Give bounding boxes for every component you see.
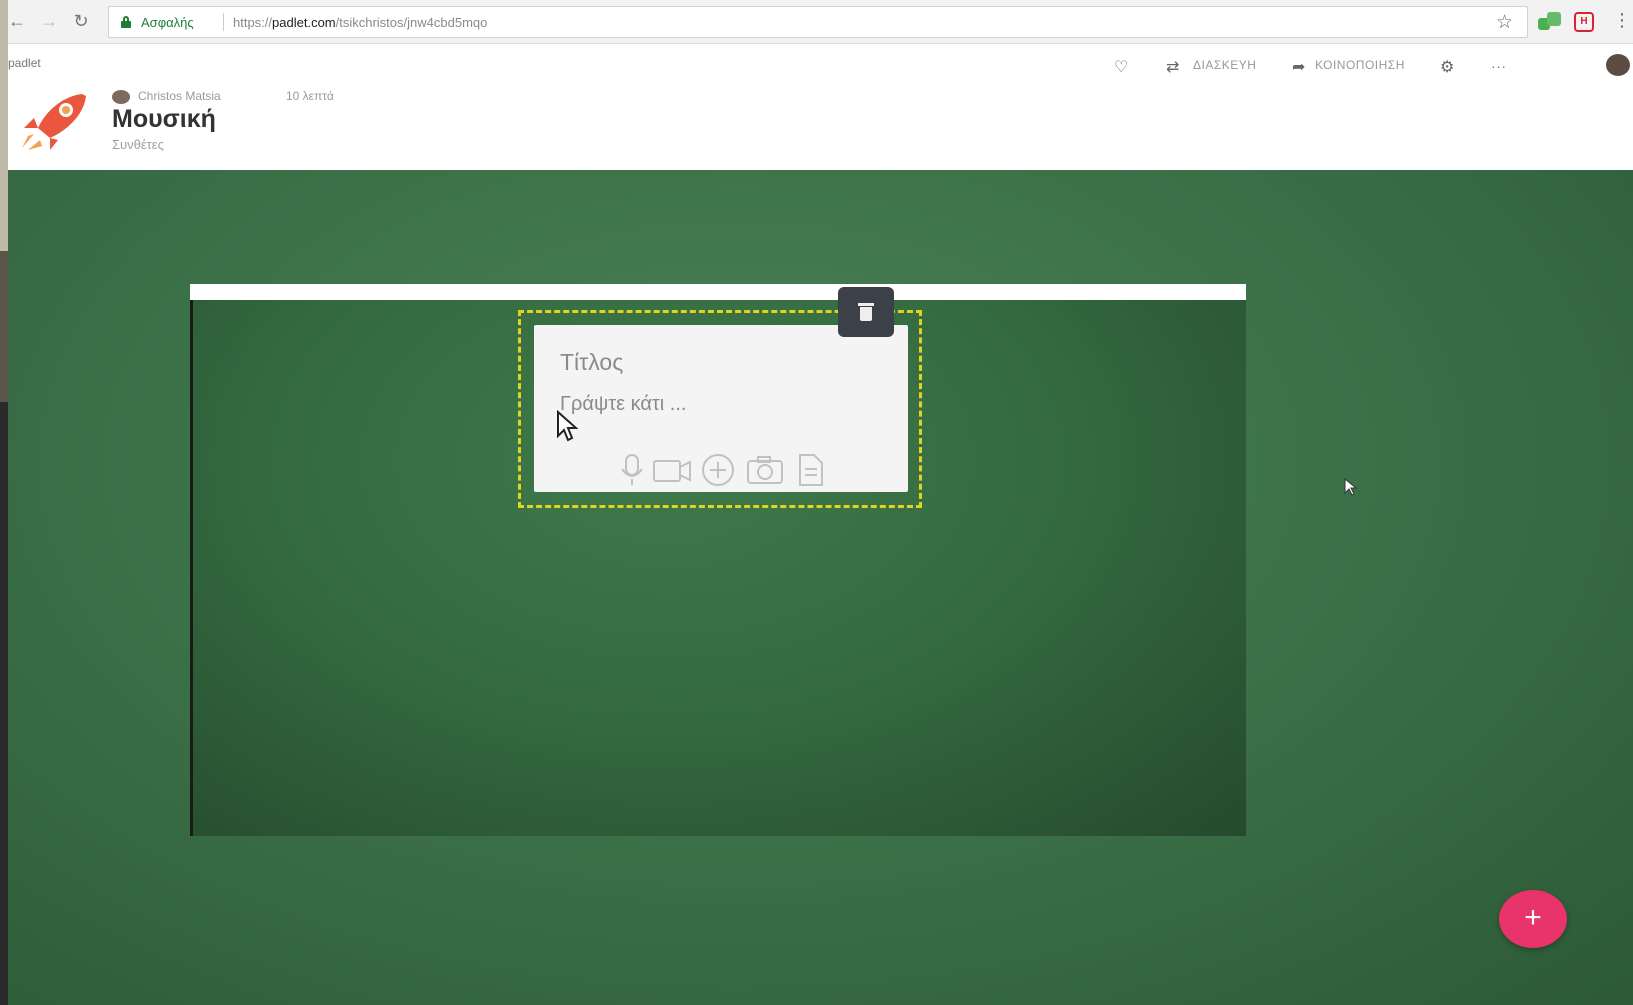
rocket-icon: [22, 94, 86, 150]
extension-red-icon[interactable]: H: [1574, 12, 1594, 32]
secure-label: Ασφαλής: [141, 15, 194, 30]
url-text[interactable]: https://padlet.com/tsikchristos/jnw4cbd5…: [233, 15, 487, 30]
url-path: /tsikchristos/jnw4cbd5mqo: [335, 15, 488, 30]
share-button[interactable]: ΚΟΙΝΟΠΟΙΗΣΗ: [1315, 58, 1405, 72]
more-button[interactable]: ···: [1491, 58, 1507, 74]
remake-icon[interactable]: ⇄: [1166, 57, 1179, 77]
add-link-icon[interactable]: [700, 453, 736, 487]
edited-time: 10 λεπτά: [286, 89, 334, 103]
padlet-title: Μουσική: [112, 105, 216, 133]
browser-menu-icon[interactable]: ⋮: [1613, 10, 1631, 31]
remake-button[interactable]: ΔΙΑΣΚΕΥΗ: [1193, 58, 1256, 72]
gear-icon[interactable]: ⚙: [1440, 57, 1454, 77]
delete-post-button[interactable]: [838, 287, 894, 337]
post-editor[interactable]: Τίτλος Γράψτε κάτι ...: [534, 325, 908, 492]
add-post-button[interactable]: +: [1499, 890, 1567, 948]
padlet-header: padlet Christos Matsia 10 λεπτά Μουσική …: [8, 44, 1633, 170]
author-name: Christos Matsia: [138, 89, 221, 103]
padlet-logo[interactable]: padlet: [8, 56, 41, 70]
lock-icon: [121, 16, 131, 28]
browser-window: ← → ↻ Ασφαλής https://padlet.com/tsikchr…: [8, 0, 1633, 1005]
padlet-subtitle: Συνθέτες: [112, 137, 164, 152]
author-avatar: [112, 90, 130, 104]
secondary-cursor-icon: [1344, 478, 1358, 496]
screen-edge: [0, 0, 8, 1005]
post-body-input[interactable]: Γράψτε κάτι ...: [560, 393, 686, 416]
video-icon[interactable]: [652, 453, 692, 487]
forward-icon[interactable]: →: [38, 10, 60, 32]
url-separator: [223, 13, 224, 31]
heart-icon[interactable]: ♡: [1114, 57, 1128, 77]
reload-icon[interactable]: ↻: [70, 10, 92, 32]
url-prefix: https://: [233, 15, 273, 30]
camera-icon[interactable]: [746, 453, 784, 487]
address-bar[interactable]: Ασφαλής https://padlet.com/tsikchristos/…: [108, 6, 1528, 38]
back-icon[interactable]: ←: [8, 10, 28, 32]
bookmark-star-icon[interactable]: ☆: [1496, 11, 1513, 34]
document-icon[interactable]: [796, 453, 824, 487]
post-title-input[interactable]: Τίτλος: [560, 349, 623, 376]
mouse-cursor-icon: [557, 410, 578, 442]
url-domain: padlet.com: [272, 15, 336, 30]
browser-toolbar: ← → ↻ Ασφαλής https://padlet.com/tsikchr…: [8, 0, 1633, 44]
extension-puzzle-icon[interactable]: [1538, 12, 1562, 34]
avatar[interactable]: [1606, 54, 1630, 76]
share-icon[interactable]: ➦: [1292, 57, 1305, 77]
microphone-icon[interactable]: [618, 453, 646, 487]
